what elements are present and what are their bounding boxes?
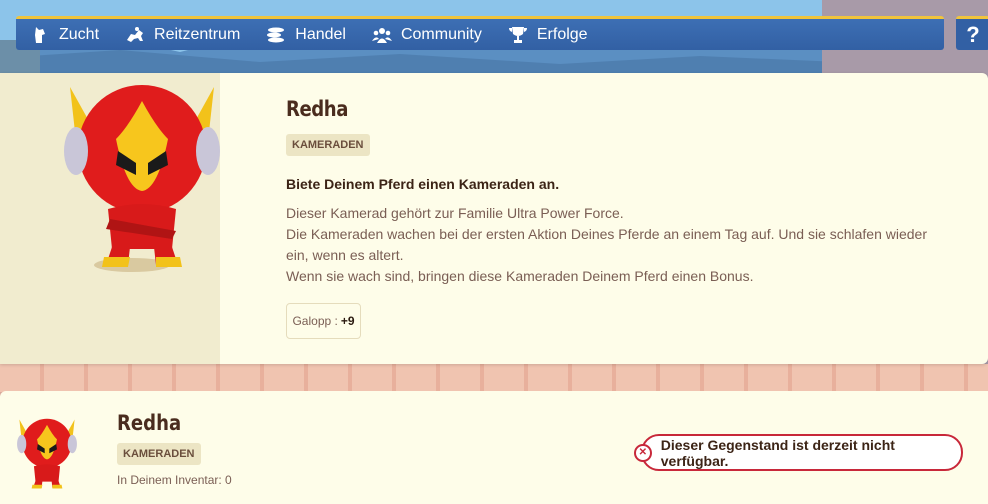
horse-head-icon [35,26,45,43]
main-navigation: Zucht Reitzentrum Handel Community Erfol… [16,16,944,50]
nav-item-community[interactable]: Community [371,25,482,44]
coins-icon [267,27,285,42]
stat-value: +9 [340,314,355,328]
stat-bonus-box: Galopp : +9 [286,303,361,339]
redha-mascot-image [64,85,220,272]
help-button[interactable]: ? [956,16,988,50]
nav-item-handel[interactable]: Handel [266,26,346,44]
description-line: Dieser Kamerad gehört zur Familie Ultra … [286,205,624,221]
item-headline: Biete Deinem Pferd einen Kameraden an. [286,176,560,192]
shop-category-badge: KAMERADEN [117,443,201,465]
redha-mascot-thumbnail [17,418,77,489]
unavailable-alert: ✕ Dieser Gegenstand ist derzeit nicht ve… [634,434,963,471]
nav-item-reitzentrum[interactable]: Reitzentrum [125,26,240,44]
nav-item-erfolge[interactable]: Erfolge [508,26,588,44]
nav-item-label: Community [400,25,482,43]
trophy-icon [508,26,527,43]
nav-item-zucht[interactable]: Zucht [30,26,99,44]
item-title: Redha [286,97,348,121]
nav-item-label: Reitzentrum [154,25,241,43]
category-badge: KAMERADEN [286,134,370,156]
horse-rider-icon [127,26,144,42]
background-floor [0,364,988,392]
nav-item-label: Handel [295,25,346,43]
nav-item-label: Erfolge [536,25,588,43]
group-icon [371,27,392,43]
shop-item-row: Redha KAMERADEN In Deinem Inventar: 0 ✕ … [0,391,988,504]
close-circle-icon: ✕ [634,443,652,462]
item-description: Dieser Kamerad gehört zur Familie Ultra … [286,203,936,287]
nav-item-label: Zucht [59,25,100,43]
alert-text: Dieser Gegenstand ist derzeit nicht verf… [660,436,895,469]
description-line: Wenn sie wach sind, bringen diese Kamera… [286,268,754,284]
stat-label: Galopp : [292,314,338,328]
description-line: Die Kameraden wachen bei der ersten Akti… [286,226,928,263]
inventory-count: In Deinem Inventar: 0 [117,473,232,487]
item-detail-panel: Redha KAMERADEN Biete Deinem Pferd einen… [0,73,988,364]
shop-item-title: Redha [117,411,182,435]
